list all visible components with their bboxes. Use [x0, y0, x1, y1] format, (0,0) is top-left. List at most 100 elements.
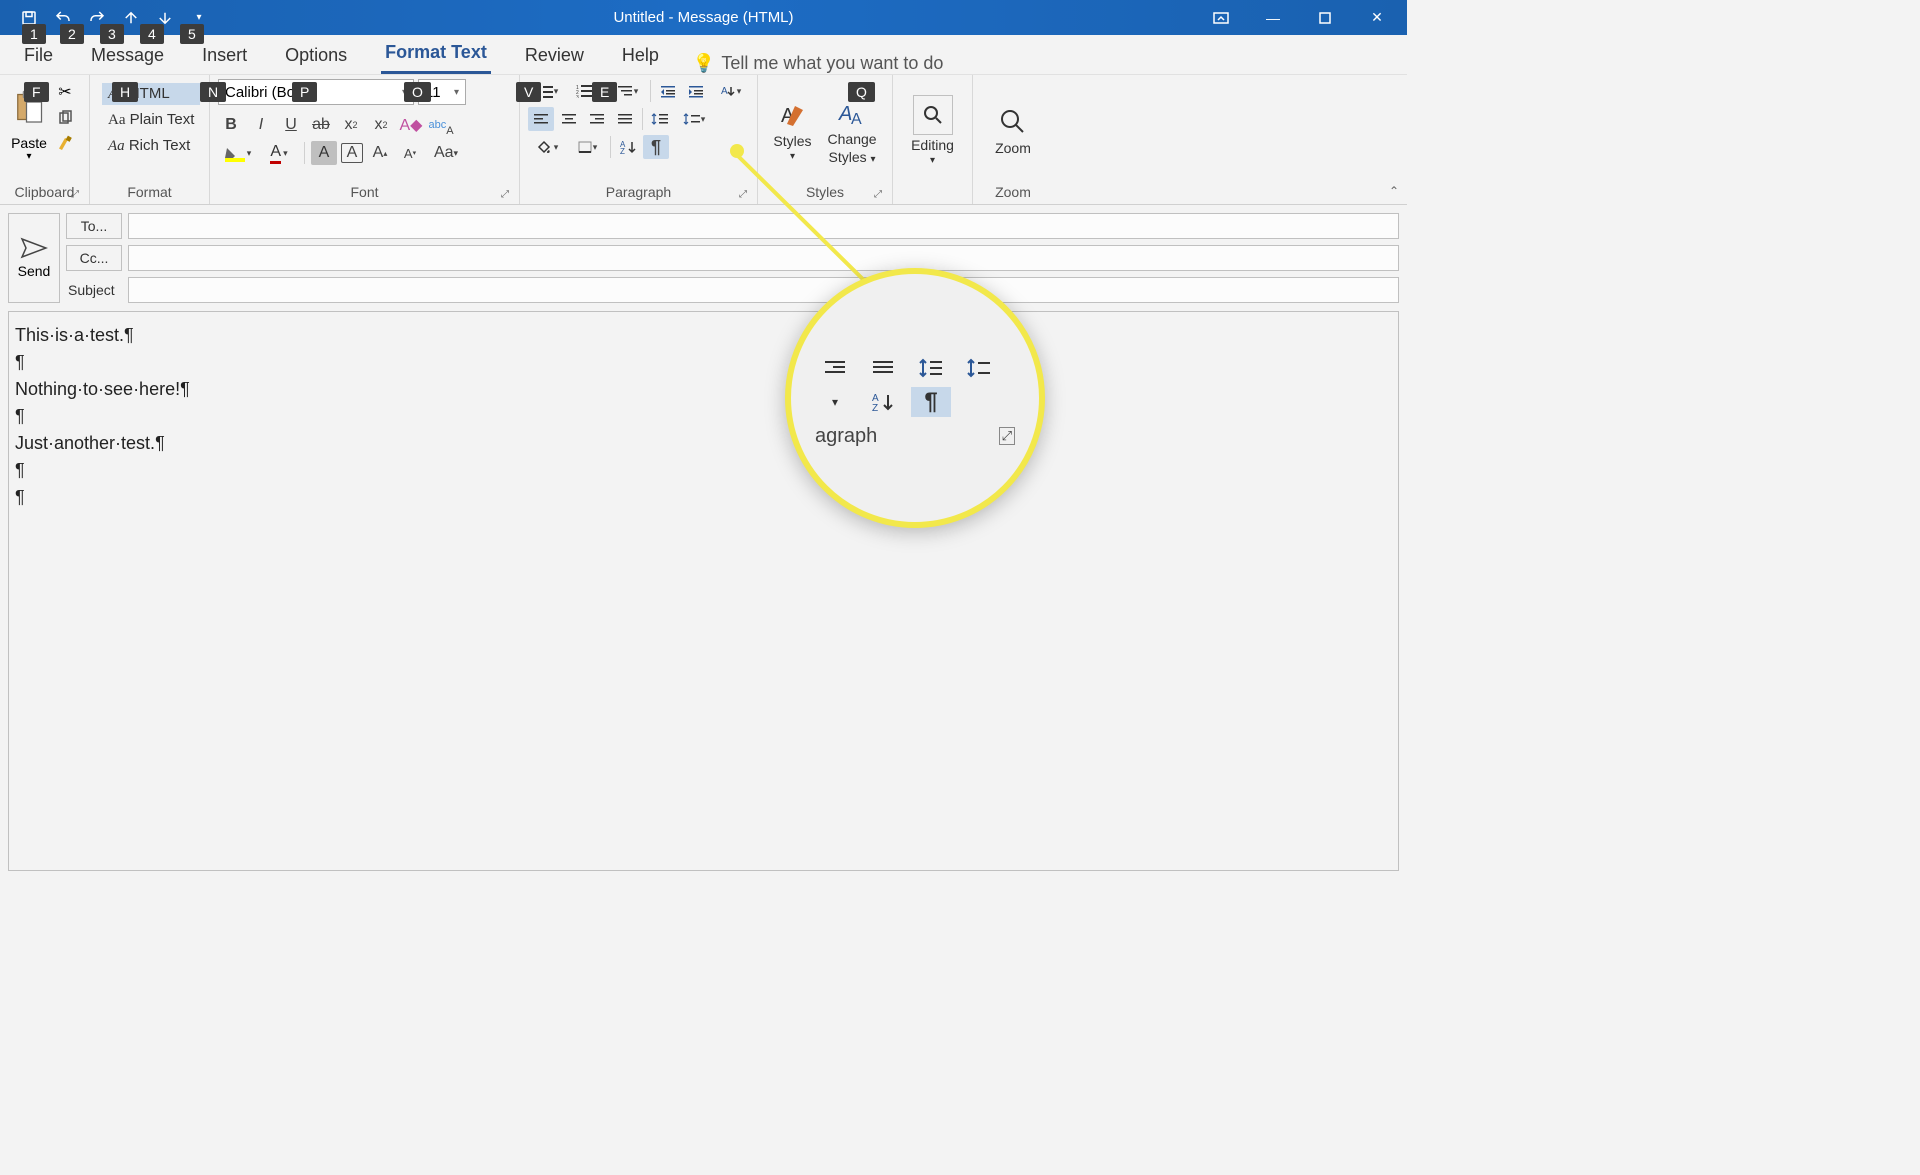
text-effects-button[interactable]: A◆	[398, 113, 424, 137]
tell-me-search[interactable]: 💡 Tell me what you want to do	[693, 53, 944, 74]
body-line: This·is·a·test.¶	[15, 322, 1392, 349]
copy-icon[interactable]	[54, 107, 76, 129]
keytip-review: V	[516, 82, 541, 102]
styles-icon: A	[776, 99, 808, 131]
character-border-button[interactable]: A	[341, 143, 363, 163]
minimize-icon[interactable]: —	[1255, 4, 1291, 32]
tab-file[interactable]: File	[20, 39, 57, 74]
svg-text:A: A	[851, 111, 862, 128]
tab-help[interactable]: Help	[618, 39, 663, 74]
message-body-editor[interactable]: This·is·a·test.¶ ¶ Nothing·to·see·here!¶…	[8, 311, 1399, 871]
tab-options[interactable]: Options	[281, 39, 351, 74]
superscript-button[interactable]: x2	[368, 113, 394, 137]
callout-para-spacing-icon	[959, 353, 999, 383]
group-label-zoom: Zoom	[981, 182, 1045, 202]
subscript-button[interactable]: x2	[338, 113, 364, 137]
group-font: Calibri (Body)▾ 11▾ B I U ab x2 x2 A◆ ab…	[210, 75, 520, 204]
callout-group-label: agraph ⤢	[815, 425, 1015, 448]
body-line: ¶	[15, 403, 1392, 430]
align-left-button[interactable]	[528, 107, 554, 131]
line-spacing-button[interactable]	[647, 107, 673, 131]
zoom-button[interactable]: Zoom	[989, 102, 1037, 160]
body-line: ¶	[15, 349, 1392, 376]
zoom-icon	[997, 106, 1029, 138]
justify-button[interactable]	[612, 107, 638, 131]
keytip-insert: N	[200, 82, 226, 102]
increase-indent-button[interactable]	[683, 79, 709, 103]
find-icon	[913, 95, 953, 135]
callout-align-right-icon	[815, 353, 855, 383]
change-case-button[interactable]: Aa▾	[427, 141, 465, 165]
send-icon	[20, 237, 48, 259]
svg-text:Z: Z	[620, 147, 625, 155]
align-right-button[interactable]	[584, 107, 610, 131]
format-plain-text[interactable]: Aa Plain Text	[102, 109, 200, 131]
shrink-font-button[interactable]: A▾	[397, 141, 423, 165]
decrease-indent-button[interactable]	[655, 79, 681, 103]
paste-dropdown-icon[interactable]: ▾	[26, 151, 31, 162]
grow-font-button[interactable]: A▴	[367, 141, 393, 165]
body-line: Nothing·to·see·here!¶	[15, 376, 1392, 403]
tab-format-text[interactable]: Format Text	[381, 36, 491, 74]
collapse-ribbon-icon[interactable]: ⌃	[1389, 184, 1399, 198]
ribbon-display-icon[interactable]	[1203, 4, 1239, 32]
group-zoom: Zoom Zoom	[973, 75, 1053, 204]
sort-button[interactable]: AZ	[615, 135, 641, 159]
format-rich-text[interactable]: Aa Rich Text	[102, 135, 200, 157]
zoom-callout: ▾ AZ ¶ agraph ⤢	[785, 268, 1045, 528]
group-label-format: Format	[98, 182, 201, 202]
cc-button[interactable]: Cc...	[66, 245, 122, 271]
group-label-paragraph: Paragraph⤢	[528, 182, 749, 202]
font-launcher-icon[interactable]: ⤢	[501, 189, 509, 200]
ribbon-tabs: File Message Insert Options Format Text …	[0, 35, 1407, 75]
keytip-format-text: O	[404, 82, 431, 102]
bold-button[interactable]: B	[218, 113, 244, 137]
svg-text:Z: Z	[872, 403, 878, 413]
character-shading-button[interactable]: A	[311, 141, 337, 165]
cut-icon[interactable]: ✂	[54, 81, 76, 103]
group-format: Aa HTML Aa Plain Text Aa Rich Text Forma…	[90, 75, 210, 204]
tab-review[interactable]: Review	[521, 39, 588, 74]
keytip-4: 4	[140, 24, 164, 44]
send-button[interactable]: Send	[8, 213, 60, 303]
paste-label: Paste	[11, 135, 47, 151]
show-hide-paragraph-marks-button[interactable]: ¶	[643, 135, 669, 159]
body-line: Just·another·test.¶	[15, 430, 1392, 457]
tab-insert[interactable]: Insert	[198, 39, 251, 74]
close-icon[interactable]: ✕	[1359, 4, 1395, 32]
strikethrough-button[interactable]: ab	[308, 113, 334, 137]
window-controls: — ✕	[1203, 4, 1407, 32]
text-direction-button[interactable]: A▾	[711, 79, 749, 103]
align-center-button[interactable]	[556, 107, 582, 131]
paragraph-spacing-button[interactable]: ▾	[675, 107, 713, 131]
italic-button[interactable]: I	[248, 113, 274, 137]
lightbulb-icon: 💡	[693, 53, 715, 74]
format-painter-icon[interactable]	[54, 133, 76, 155]
svg-text:3: 3	[576, 95, 579, 98]
shading-button[interactable]: ▾	[528, 135, 566, 159]
callout-launcher-icon: ⤢	[999, 427, 1015, 445]
keytip-1: 1	[22, 24, 46, 44]
highlight-color-button[interactable]: ▾	[218, 141, 256, 165]
keytip-3: 3	[100, 24, 124, 44]
maximize-icon[interactable]	[1307, 4, 1343, 32]
callout-line-spacing-icon	[911, 353, 951, 383]
font-color-button[interactable]: A▾	[260, 141, 298, 165]
callout-origin-dot	[730, 144, 744, 158]
borders-button[interactable]: ▾	[568, 135, 606, 159]
tell-me-label: Tell me what you want to do	[721, 53, 943, 74]
underline-button[interactable]: U	[278, 113, 304, 137]
keytip-5: 5	[180, 24, 204, 44]
clear-formatting-button[interactable]: abcA	[428, 113, 454, 137]
compose-header: Send To... Cc... Subject	[0, 205, 1407, 307]
keytip-tellme: Q	[848, 82, 875, 102]
group-paragraph: ▾ 123▾ ▾ A▾ ▾ ▾	[520, 75, 758, 204]
to-button[interactable]: To...	[66, 213, 122, 239]
group-label-clipboard: Clipboard⤢	[8, 182, 81, 202]
keytip-options: P	[292, 82, 317, 102]
tab-message[interactable]: Message	[87, 39, 168, 74]
keytip-help: E	[592, 82, 617, 102]
keytip-2: 2	[60, 24, 84, 44]
clipboard-launcher-icon[interactable]: ⤢	[71, 189, 79, 200]
callout-sort-icon: AZ	[863, 387, 903, 417]
